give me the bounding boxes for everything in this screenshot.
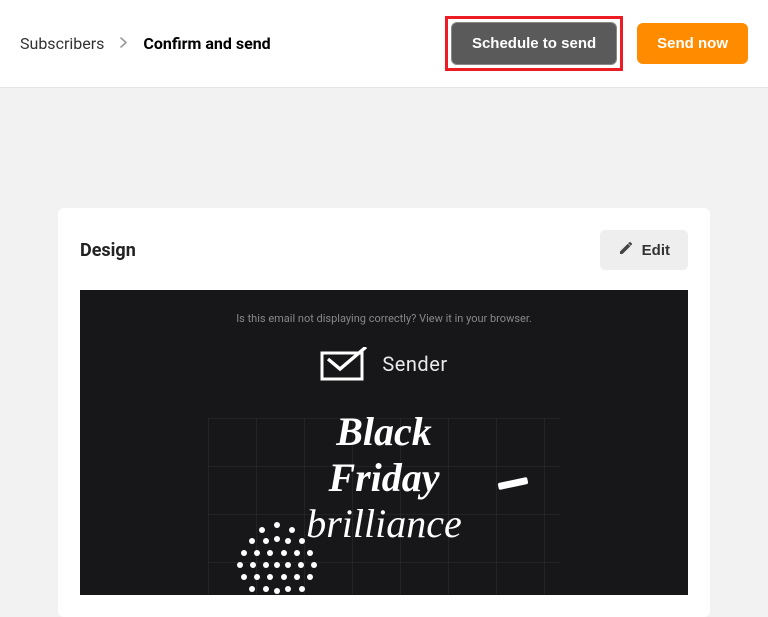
sender-logo: Sender	[320, 347, 447, 381]
header-actions: Schedule to send Send now	[445, 16, 748, 71]
breadcrumb-item-subscribers[interactable]: Subscribers	[20, 34, 104, 53]
chevron-right-icon	[120, 36, 127, 52]
send-now-button[interactable]: Send now	[637, 23, 748, 64]
email-preview: Is this email not displaying correctly? …	[80, 290, 688, 595]
pencil-icon	[618, 240, 634, 260]
hero-line-1: Black	[336, 409, 432, 454]
preview-meta-text: Is this email not displaying correctly? …	[98, 312, 670, 325]
hero-title: Black Friday brilliance	[98, 409, 670, 547]
card-header: Design Edit	[80, 230, 688, 270]
dot-cluster-icon	[232, 517, 322, 595]
card-title: Design	[80, 240, 136, 261]
schedule-to-send-button[interactable]: Schedule to send	[451, 22, 617, 65]
design-card: Design Edit Is this email not displaying…	[58, 208, 710, 617]
edit-label: Edit	[642, 242, 670, 259]
annotation-highlight: Schedule to send	[445, 16, 623, 71]
content-area: Design Edit Is this email not displaying…	[0, 88, 768, 617]
breadcrumb: Subscribers Confirm and send	[20, 34, 271, 53]
app-header: Subscribers Confirm and send Schedule to…	[0, 0, 768, 88]
hero-line-2: Friday	[328, 455, 439, 500]
hero-line-3: brilliance	[306, 501, 462, 546]
envelope-check-icon	[320, 347, 370, 381]
sender-name: Sender	[382, 352, 447, 376]
edit-button[interactable]: Edit	[600, 230, 688, 270]
breadcrumb-item-confirm: Confirm and send	[143, 34, 270, 53]
